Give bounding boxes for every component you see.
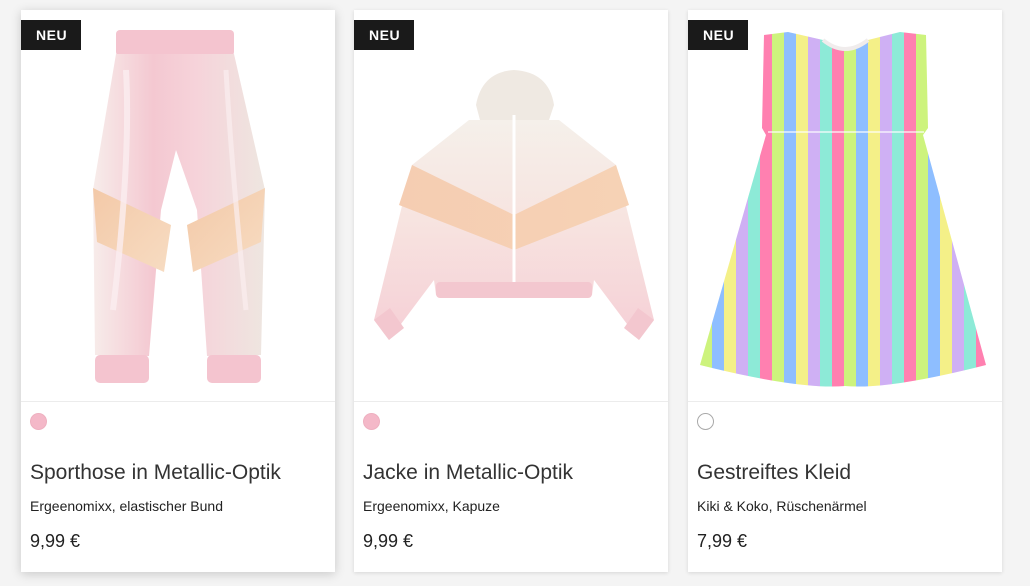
- product-subtitle: Ergeenomixx, Kapuze: [363, 498, 500, 514]
- product-price: 9,99 €: [30, 531, 81, 551]
- product-image-sporthose[interactable]: NEU: [21, 10, 335, 402]
- product-card-kleid[interactable]: NEU Gestreiftes Kleid Kiki & Koko, Rüsch…: [688, 10, 1002, 572]
- product-card-sporthose[interactable]: NEU Sporthose in Metallic-Optik Ergeenom…: [21, 10, 335, 572]
- new-badge: NEU: [354, 20, 415, 50]
- jacket-illustration: [374, 70, 654, 340]
- product-card-jacke[interactable]: NEU Jacke in Metallic-Optik Ergeenomixx,…: [354, 10, 668, 572]
- product-price: 9,99 €: [363, 531, 414, 551]
- product-title[interactable]: Sporthose in Metallic-Optik: [30, 461, 281, 485]
- pants-illustration: [93, 30, 265, 383]
- product-price: 7,99 €: [697, 531, 748, 551]
- color-swatch-pink[interactable]: [30, 413, 47, 430]
- new-badge: NEU: [688, 20, 749, 50]
- product-subtitle: Kiki & Koko, Rüschenärmel: [697, 498, 867, 514]
- product-image-kleid[interactable]: NEU: [688, 10, 1002, 402]
- new-badge: NEU: [21, 20, 82, 50]
- dress-illustration: [700, 32, 986, 387]
- color-swatch-pink[interactable]: [363, 413, 380, 430]
- product-subtitle: Ergeenomixx, elastischer Bund: [30, 498, 223, 514]
- product-title[interactable]: Jacke in Metallic-Optik: [363, 461, 573, 485]
- product-grid: NEU Sporthose in Metallic-Optik Ergeenom…: [0, 0, 1030, 586]
- color-swatch-white[interactable]: [697, 413, 714, 430]
- product-title[interactable]: Gestreiftes Kleid: [697, 461, 851, 485]
- product-image-jacke[interactable]: NEU: [354, 10, 668, 402]
